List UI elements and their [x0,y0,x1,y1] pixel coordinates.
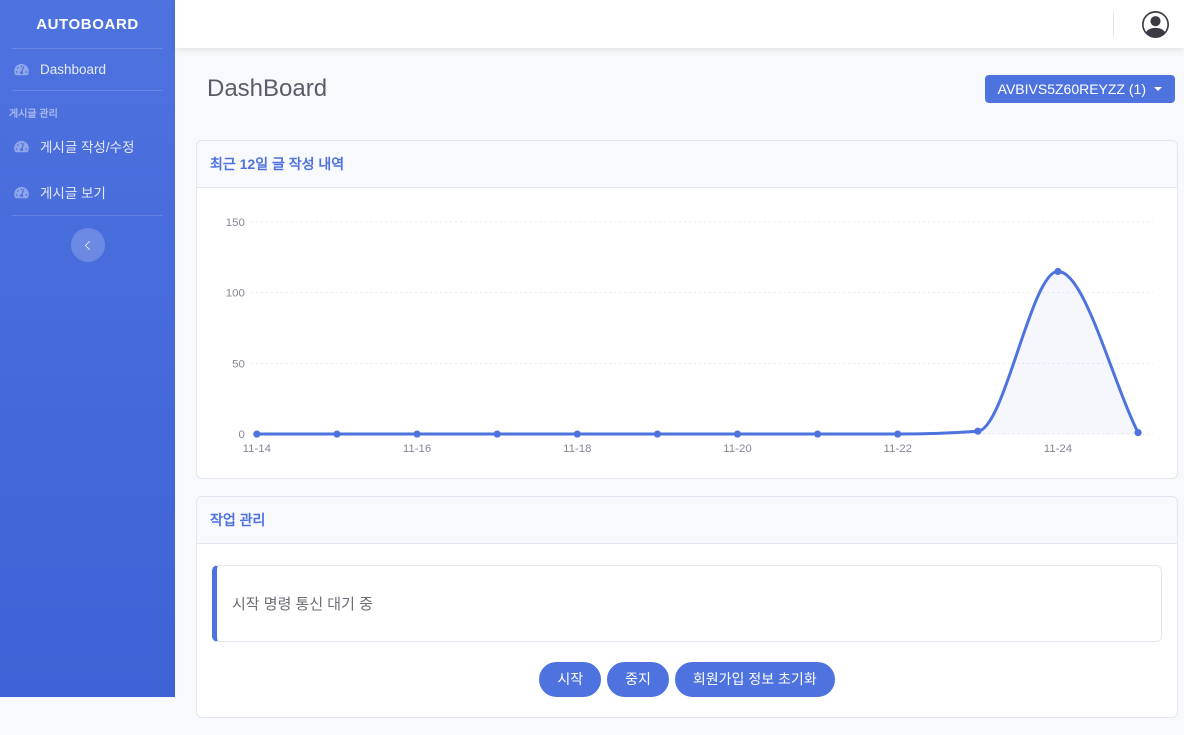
stop-button[interactable]: 중지 [607,662,669,697]
person-circle-icon [1142,11,1169,38]
sidebar-item-post-view[interactable]: 게시글 보기 [0,169,175,215]
svg-text:11-22: 11-22 [884,443,912,455]
start-button[interactable]: 시작 [539,662,601,697]
sidebar-item-label: Dashboard [40,62,106,77]
task-card-title: 작업 관리 [197,497,1177,544]
task-card: 작업 관리 시작 명령 통신 대기 중 시작 중지 회원가입 정보 초기화 [196,496,1178,718]
sidebar-item-label: 게시글 작성/수정 [40,136,134,156]
line-chart: 0 50 100 150 11-14 11-16 11-18 11-20 11-22 11-24 [217,206,1157,459]
svg-text:50: 50 [232,358,245,370]
chart-card: 최근 12일 글 작성 내역 0 50 100 150 11-14 11-16 11-18 1… [196,140,1178,479]
tachometer-icon [14,186,31,199]
task-button-row: 시작 중지 회원가입 정보 초기화 [212,662,1162,697]
content-column: DashBoard AVBIVS5Z60REYZZ (1) 최근 12일 글 작… [175,0,1184,697]
tachometer-icon [14,140,31,153]
page-title: DashBoard [207,75,327,103]
svg-text:11-24: 11-24 [1044,443,1073,455]
sidebar-item-label: 게시글 보기 [40,182,106,202]
brand-link[interactable]: AUTOBOARD [0,0,175,48]
reset-signup-info-button[interactable]: 회원가입 정보 초기화 [675,662,835,697]
status-message: 시작 명령 통신 대기 중 [232,593,373,614]
status-message-box: 시작 명령 통신 대기 중 [212,565,1162,642]
topbar-divider [1113,12,1114,37]
svg-text:11-20: 11-20 [723,443,751,455]
sidebar-section-heading: 게시글 관리 [0,91,175,123]
page-head: DashBoard AVBIVS5Z60REYZZ (1) [196,75,1178,103]
sidebar-item-dashboard[interactable]: Dashboard [0,49,175,90]
topbar [175,0,1184,48]
svg-text:11-18: 11-18 [563,443,591,455]
svg-text:11-16: 11-16 [403,443,431,455]
account-dropdown-button[interactable]: AVBIVS5Z60REYZZ (1) [985,75,1175,103]
sidebar-item-post-edit[interactable]: 게시글 작성/수정 [0,123,175,169]
sidebar: AUTOBOARD Dashboard 게시글 관리 게시글 작성/수정 게시글… [0,0,175,697]
chart-card-title: 최근 12일 글 작성 내역 [197,141,1177,188]
svg-text:0: 0 [239,429,245,441]
task-card-body: 시작 명령 통신 대기 중 시작 중지 회원가입 정보 초기화 [197,544,1177,717]
app-root: AUTOBOARD Dashboard 게시글 관리 게시글 작성/수정 게시글… [0,0,1184,697]
chevron-left-icon [82,240,93,251]
main-area: DashBoard AVBIVS5Z60REYZZ (1) 최근 12일 글 작… [175,48,1184,735]
sidebar-collapse-button[interactable] [71,228,105,262]
account-dropdown-label: AVBIVS5Z60REYZZ (1) [998,81,1146,97]
svg-text:150: 150 [226,217,245,229]
chart-card-body: 0 50 100 150 11-14 11-16 11-18 11-20 11-22 11-24 [197,188,1177,478]
user-menu-button[interactable] [1136,9,1175,40]
tachometer-icon [14,63,31,76]
svg-text:11-14: 11-14 [243,443,272,455]
sidebar-divider [12,215,163,216]
caret-down-icon [1154,87,1162,91]
svg-text:100: 100 [226,288,245,300]
